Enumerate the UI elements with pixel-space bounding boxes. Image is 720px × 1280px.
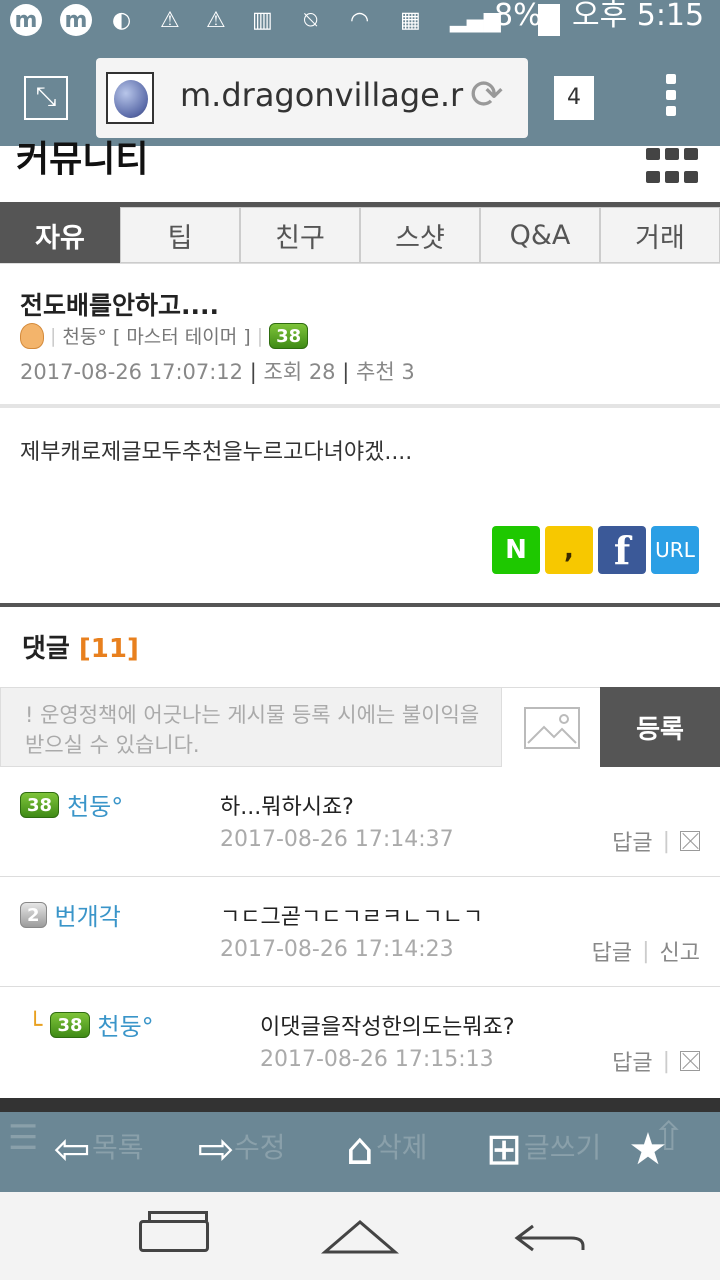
comment-input[interactable]: ! 운영정책에 어긋나는 게시물 등록 시에는 불이익을 받으실 수 있습니다. [0, 687, 601, 768]
delete-icon[interactable] [680, 1051, 700, 1071]
tab-free[interactable]: 자유 [0, 207, 120, 263]
reply-arrow-icon: └ [28, 1010, 43, 1039]
url-share-button[interactable]: URL [651, 526, 699, 574]
comment-author-line: 2 번개각 [20, 897, 121, 932]
back-arrow-icon[interactable]: ⇦ [40, 1122, 104, 1178]
sim-error-icon: ▦ [400, 7, 421, 33]
comment-item: 38 천둥° 하...뭐하시죠? 2017-08-26 17:14:37 답글 … [0, 767, 720, 877]
reply-button[interactable]: 답글 [612, 1045, 652, 1077]
tab-qna[interactable]: Q&A [480, 207, 600, 263]
post-recommends: 추천 3 [356, 360, 415, 384]
tab-tip[interactable]: 팁 [120, 207, 240, 263]
section-divider [0, 603, 720, 607]
back-icon[interactable] [506, 1210, 594, 1262]
kakao-share-icon[interactable]: , [545, 526, 593, 574]
app-m-icon: m [10, 4, 42, 36]
toolbar-shadow [0, 1098, 720, 1112]
home-icon[interactable]: ⌂ [328, 1122, 392, 1178]
comment-datetime: 2017-08-26 17:15:13 [260, 1047, 494, 1072]
tab-trade[interactable]: 거래 [600, 207, 720, 263]
comment-author[interactable]: 천둥° [67, 787, 123, 822]
post-body: 제부캐로제글모두추천을누르고다녀야겠.... N , f URL [0, 408, 720, 604]
reload-icon[interactable]: ⟳ [470, 72, 504, 118]
new-tab-icon[interactable]: ⊞ [472, 1122, 536, 1178]
reply-button[interactable]: 답글 [592, 935, 632, 967]
level-badge: 38 [50, 1011, 90, 1038]
status-bar: m m ◐ ⚠ ⚠ ▥ ⍉ ◠ ▦ ▂▄▆ 8% 오후 5:15 [0, 0, 720, 46]
post-header: 전도배를안하고.... | 천둥° [ 마스터 테이머 ] | 38 2017-… [0, 264, 720, 408]
overflow-menu-icon[interactable] [666, 74, 678, 122]
home-icon[interactable] [316, 1210, 404, 1262]
delete-icon[interactable] [680, 831, 700, 851]
mute-icon: ⍉ [304, 7, 318, 33]
author-title: [ 마스터 테이머 ] [112, 326, 251, 348]
post-views: 조회 28 [263, 360, 336, 384]
url-bar[interactable]: m.dragonvillage.r ⟳ [96, 58, 528, 138]
battery-percent: 8% [494, 0, 542, 33]
fullscreen-exit-icon[interactable]: ⤡ [24, 76, 68, 120]
grid-menu-icon[interactable] [646, 148, 698, 188]
post-info: 2017-08-26 17:07:12 | 조회 28 | 추천 3 [20, 360, 415, 384]
comment-author-line: └ 38 천둥° [28, 1007, 154, 1042]
post-author[interactable]: 천둥° [62, 322, 106, 349]
comment-text: ㄱㄷ그곧ㄱㄷㄱㄹㅋㄴㄱㄴㄱ [220, 905, 484, 930]
page-header: 커뮤니티 [0, 139, 720, 202]
comment-placeholder: ! 운영정책에 어긋나는 게시물 등록 시에는 불이익을 받으실 수 있습니다. [25, 703, 480, 757]
recent-apps-icon[interactable] [130, 1210, 218, 1262]
comments-count: [11] [78, 634, 139, 664]
comments-label: 댓글 [22, 634, 70, 664]
author-avatar [20, 322, 44, 349]
comment-actions: 답글 | [612, 1045, 700, 1077]
comment-item: 2 번개각 ㄱㄷ그곧ㄱㄷㄱㄹㅋㄴㄱㄴㄱ 2017-08-26 17:14:23 … [0, 877, 720, 987]
page-title: 커뮤니티 [16, 139, 149, 180]
list-icon: ☰ [8, 1118, 39, 1158]
comment-reply-item: └ 38 천둥° 이댓글을작성한의도는뭐죠? 2017-08-26 17:15:… [0, 987, 720, 1097]
board-tabs: 자유 팁 친구 스샷 Q&A 거래 [0, 207, 720, 264]
comment-author[interactable]: 번개각 [55, 897, 121, 932]
tab-friend[interactable]: 친구 [240, 207, 360, 263]
comment-actions: 답글 | 신고 [592, 935, 700, 967]
level-badge: 38 [269, 322, 309, 349]
comment-actions: 답글 | [612, 825, 700, 857]
comment-author-line: 38 천둥° [20, 787, 123, 822]
reply-button[interactable]: 답글 [612, 825, 652, 857]
post-content: 제부캐로제글모두추천을누르고다녀야겠.... [20, 440, 413, 465]
forward-arrow-icon[interactable]: ⇨ [184, 1122, 248, 1178]
image-attach-button[interactable] [501, 688, 601, 768]
warning-icon-2: ⚠ [206, 7, 226, 33]
comment-text: 하...뭐하시죠? [220, 795, 354, 820]
tab-screenshot[interactable]: 스샷 [360, 207, 480, 263]
screenshot-search-icon: ▥ [252, 7, 273, 33]
comment-author[interactable]: 천둥° [98, 1007, 154, 1042]
battery-icon [538, 4, 560, 36]
url-text[interactable]: m.dragonvillage.r [180, 76, 470, 114]
wifi-icon: ◠ [350, 7, 370, 33]
level-badge: 38 [20, 791, 60, 818]
facebook-share-icon[interactable]: f [598, 526, 646, 574]
clock: 오후 5:15 [572, 0, 705, 33]
report-button[interactable]: 신고 [660, 935, 700, 967]
app-m-photo-icon: m [60, 4, 92, 36]
bottom-toolbar: ☰ 목록 수정 삭제 글쓰기 ⇧ ⇦ ⇨ ⌂ ⊞ ★ [0, 1098, 720, 1192]
dv-app-icon: ◐ [112, 7, 132, 33]
naver-share-icon[interactable]: N [492, 526, 540, 574]
level-badge: 2 [20, 901, 47, 928]
comment-datetime: 2017-08-26 17:14:23 [220, 937, 454, 962]
image-icon [523, 707, 580, 749]
bookmark-icon[interactable]: ★ [616, 1122, 680, 1178]
site-favicon-icon [106, 72, 154, 124]
comment-datetime: 2017-08-26 17:14:37 [220, 827, 454, 852]
comments-heading: 댓글 [11] [22, 628, 139, 665]
system-navigation-bar [0, 1192, 720, 1280]
comment-text: 이댓글을작성한의도는뭐죠? [260, 1015, 515, 1040]
tab-switcher[interactable]: 4 [554, 76, 594, 120]
comment-submit-button[interactable]: 등록 [600, 687, 720, 767]
post-author-line: | 천둥° [ 마스터 테이머 ] | 38 [20, 322, 309, 349]
post-datetime: 2017-08-26 17:07:12 [20, 360, 244, 384]
tab-count: 4 [567, 85, 581, 110]
post-title: 전도배를안하고.... [20, 291, 219, 320]
warning-icon: ⚠ [160, 7, 180, 33]
